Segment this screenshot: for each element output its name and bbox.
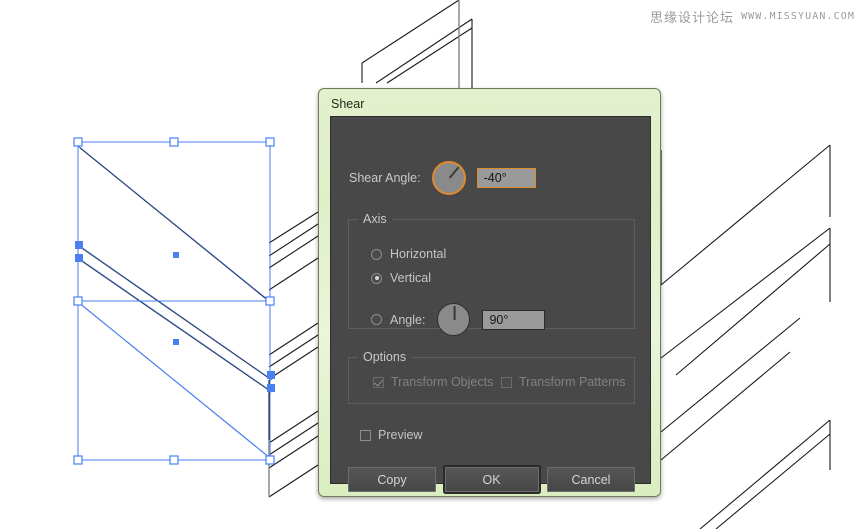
radio-axis-angle[interactable]: Angle: 90° [371,303,546,336]
handle-middle-right [265,296,275,306]
checkbox-transform-patterns-indicator [501,376,512,388]
axis-angle-dial-needle [453,305,456,320]
handle-middle-left [73,296,83,306]
axis-group-legend: Axis [358,212,392,226]
shear-dialog[interactable]: Shear Shear Angle: -40° Axis Horizontal … [318,88,661,497]
axis-angle-dial[interactable] [437,303,471,336]
checkbox-preview[interactable]: Preview [360,428,422,442]
artwork-selected-paths-dark [79,147,271,392]
ok-button[interactable]: OK [444,467,539,492]
radio-angle-indicator [371,314,382,325]
handle-top-left [73,137,83,147]
dialog-title: Shear [331,97,365,111]
shear-angle-dial[interactable] [431,161,466,195]
artwork-middle-left-shape [268,211,319,498]
artwork-selected-paths [77,145,273,459]
checkbox-transform-objects[interactable]: Transform Objects [373,375,493,389]
checkbox-transform-objects-label: Transform Objects [391,375,494,389]
handle-bottom-right [265,455,275,465]
handle-bottom-left [73,455,83,465]
radio-horizontal-indicator [371,248,382,260]
handle-bottom-center [169,455,179,465]
radio-axis-vertical[interactable]: Vertical [371,271,431,285]
radio-horizontal-label: Horizontal [390,247,447,261]
dialog-button-row: Copy OK Cancel [348,467,635,492]
dialog-body: Shear Angle: -40° Axis Horizontal Vertic… [330,116,651,492]
checkbox-transform-patterns[interactable]: Transform Patterns [501,375,626,389]
watermark-forum-name: 思缘设计论坛 [650,11,735,26]
radio-vertical-label: Vertical [390,271,431,285]
selection-bounding-box [77,141,271,461]
checkbox-preview-label: Preview [378,428,423,442]
handle-top-center [169,137,179,147]
radio-angle-label: Angle: [390,312,426,327]
options-group: Options Transform Objects Transform Patt… [348,350,635,404]
checkbox-transform-objects-indicator [373,376,384,388]
radio-vertical-indicator [371,272,382,284]
shear-angle-input[interactable]: -40° [476,168,536,188]
artwork-top-shape [361,0,473,88]
artwork-right-shape [660,144,831,529]
checkbox-transform-patterns-label: Transform Patterns [519,375,626,389]
dialog-titlebar[interactable]: Shear [325,95,654,113]
copy-button[interactable]: Copy [348,467,436,492]
shear-angle-label: Shear Angle: [349,171,421,185]
options-group-legend: Options [358,350,412,364]
watermark-url: WWW.MISSYUAN.COM [741,11,855,22]
shear-angle-row: Shear Angle: -40° [349,161,536,195]
radio-axis-horizontal[interactable]: Horizontal [371,247,446,261]
cancel-button[interactable]: Cancel [547,467,635,492]
checkbox-preview-indicator [360,429,371,441]
axis-group: Axis Horizontal Vertical Angle: 90° [348,212,635,336]
shear-angle-dial-needle [448,166,460,179]
handle-top-right [265,137,275,147]
axis-angle-input[interactable]: 90° [482,309,546,330]
watermark: 思缘设计论坛 WWW.MISSYUAN.COM [650,7,855,26]
